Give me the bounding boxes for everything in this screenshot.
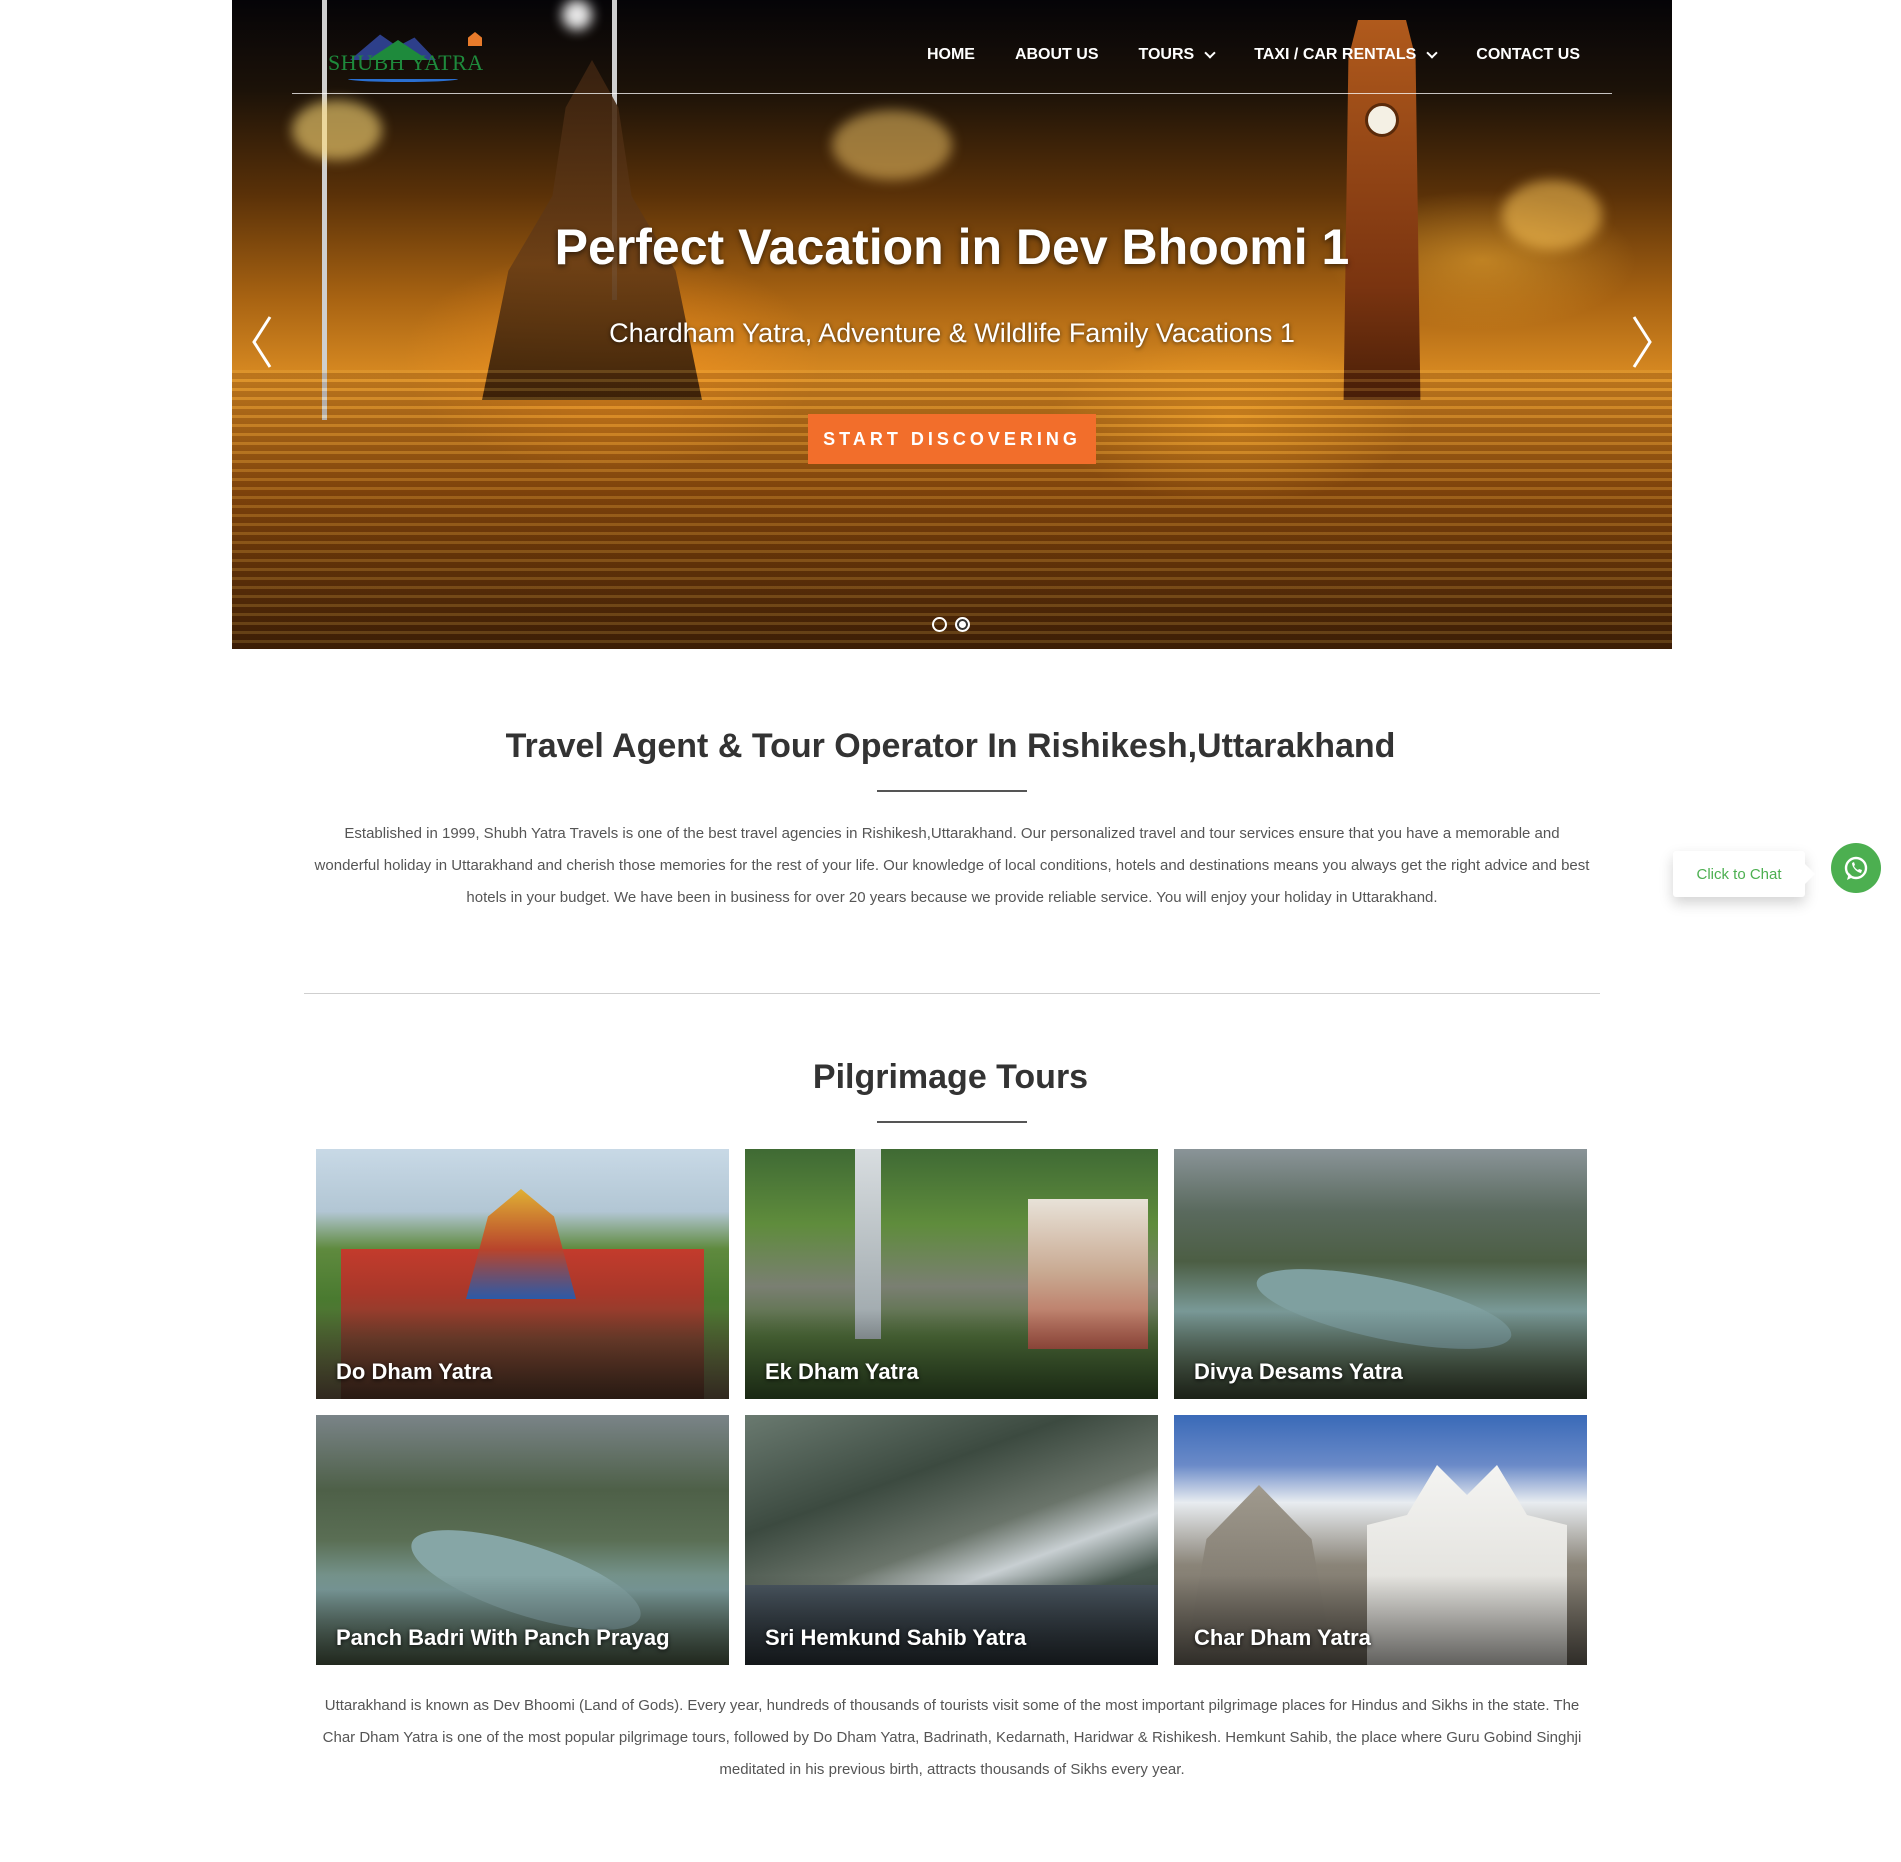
hero-title: Perfect Vacation in Dev Bhoomi 1	[554, 219, 1350, 275]
slider-dot-1[interactable]	[932, 617, 947, 632]
logo-text: SHUBH YATRA	[328, 50, 484, 75]
tour-grid: Do Dham Yatra Ek Dham Yatra Divya Desams…	[316, 1149, 1588, 1665]
tour-card-char-dham[interactable]: Char Dham Yatra	[1174, 1415, 1587, 1665]
intro-title: Travel Agent & Tour Operator In Rishikes…	[505, 727, 1396, 765]
tour-card-divya-desams[interactable]: Divya Desams Yatra	[1174, 1149, 1587, 1399]
tour-card-panch-badri[interactable]: Panch Badri With Panch Prayag	[316, 1415, 729, 1665]
shubh-yatra-logo[interactable]: SHUBH YATRA	[328, 30, 488, 84]
whatsapp-icon[interactable]	[1831, 843, 1881, 893]
nav-menu: HOME ABOUT US TOURS TAXI / CAR RENTALS C…	[887, 46, 1580, 64]
slider-dot-2[interactable]	[955, 617, 970, 632]
tour-card-label: Char Dham Yatra	[1194, 1625, 1371, 1650]
slider-pagination	[932, 617, 970, 632]
nav-item-about-us-label: ABOUT US	[1014, 46, 1099, 63]
nav-item-home-label: HOME	[926, 46, 975, 63]
nav-item-taxi-car-rentals[interactable]: TAXI / CAR RENTALS	[1254, 46, 1438, 64]
pilgrimage-title-rule	[877, 1121, 1027, 1123]
chevron-down-icon	[1426, 46, 1438, 59]
tour-card-hemkund-sahib[interactable]: Sri Hemkund Sahib Yatra	[745, 1415, 1158, 1665]
intro-paragraph: Established in 1999, Shubh Yatra Travels…	[314, 825, 1590, 906]
start-discovering-button[interactable]: START DISCOVERING	[808, 414, 1096, 464]
click-to-chat-label: Click to Chat	[1696, 865, 1782, 883]
tour-card-label: Ek Dham Yatra	[765, 1359, 919, 1384]
nav-item-contact-us-label: CONTACT US	[1476, 46, 1580, 63]
section-divider	[304, 993, 1600, 994]
tour-card-label: Do Dham Yatra	[336, 1359, 493, 1384]
hero-slider: SHUBH YATRA HOME ABOUT US TOURS TAXI / C…	[232, 0, 1672, 649]
nav-item-home[interactable]: HOME	[927, 46, 975, 64]
tour-card-label: Panch Badri With Panch Prayag	[336, 1625, 670, 1650]
nav-item-tours[interactable]: TOURS	[1138, 46, 1216, 64]
slider-next-arrow-icon[interactable]	[1630, 315, 1654, 369]
nav-item-contact-us[interactable]: CONTACT US	[1476, 46, 1580, 64]
hero-subtitle: Chardham Yatra, Adventure & Wildlife Fam…	[609, 318, 1295, 348]
tour-card-ek-dham[interactable]: Ek Dham Yatra	[745, 1149, 1158, 1399]
tour-card-label: Divya Desams Yatra	[1194, 1359, 1403, 1384]
pilgrimage-title: Pilgrimage Tours	[812, 1058, 1089, 1096]
chevron-down-icon	[1204, 46, 1216, 59]
slider-prev-arrow-icon[interactable]	[250, 315, 274, 369]
nav-item-about-us[interactable]: ABOUT US	[1015, 46, 1099, 64]
intro-title-rule	[877, 790, 1027, 792]
click-to-chat-bubble[interactable]: Click to Chat	[1673, 851, 1815, 897]
tour-card-do-dham[interactable]: Do Dham Yatra	[316, 1149, 729, 1399]
pilgrimage-paragraph: Uttarakhand is known as Dev Bhoomi (Land…	[322, 1697, 1582, 1778]
nav-item-tours-label: TOURS	[1138, 46, 1195, 63]
tour-card-label: Sri Hemkund Sahib Yatra	[765, 1625, 1027, 1650]
nav-item-taxi-label: TAXI / CAR RENTALS	[1254, 46, 1417, 63]
main-navigation: SHUBH YATRA HOME ABOUT US TOURS TAXI / C…	[292, 0, 1612, 94]
